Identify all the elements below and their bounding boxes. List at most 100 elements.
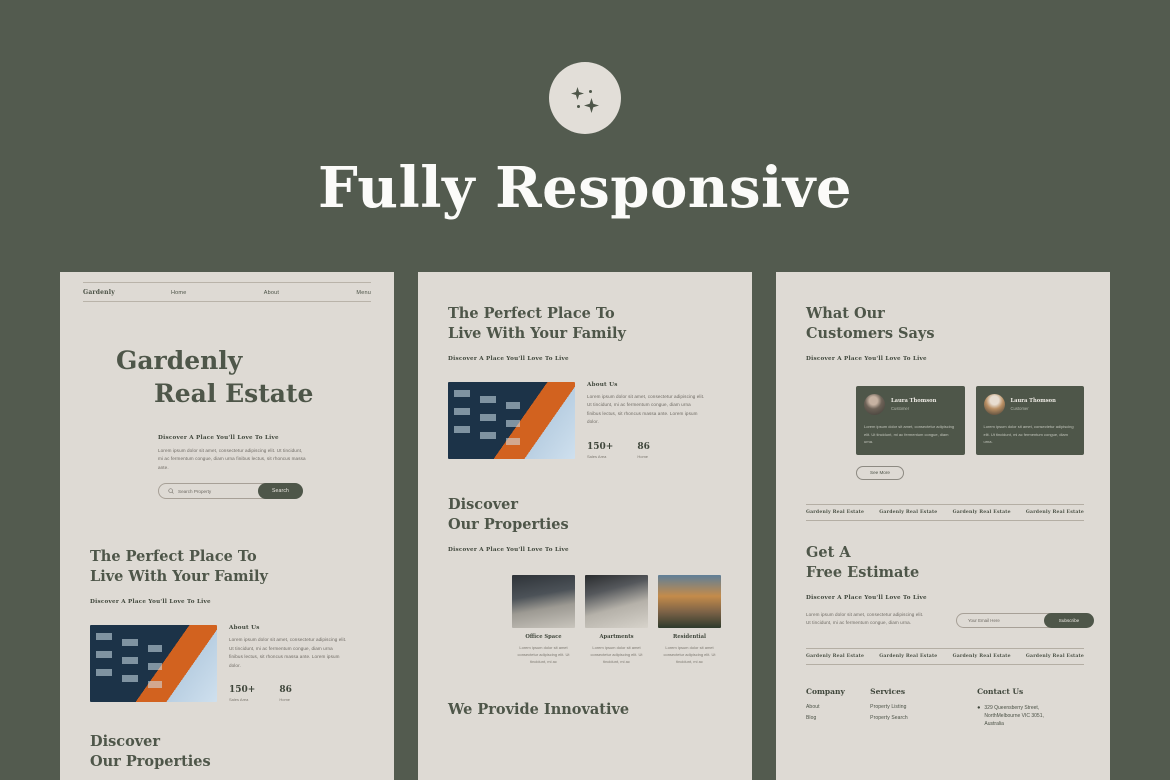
estimate-title: Get A Free Estimate: [806, 543, 1084, 583]
properties-eyebrow-p2: Discover A Place You'll Love To Live: [448, 547, 569, 553]
testimonial-header-2: Laura Thomson Customer: [983, 394, 1077, 415]
marquee-item: Gardenly Real Estate: [806, 653, 865, 659]
innovative-title-p2: We Provide Innovative: [448, 700, 630, 718]
see-more-button[interactable]: See More: [856, 465, 904, 480]
footer-link-property-listing[interactable]: Property Listing: [870, 704, 977, 710]
avatar: [864, 394, 885, 415]
sparkle-medium-icon: [584, 98, 599, 113]
stat-label-home-p1: Home: [279, 697, 290, 703]
stat-item-2-p2: 86 Home: [637, 442, 650, 459]
testimonials-title: What Our Customers Says: [806, 304, 1084, 344]
avatar: [983, 394, 1005, 415]
estimate-paragraph: Lorem ipsum dolor sit amet, consectetur …: [806, 611, 924, 626]
page-title: Fully Responsive: [318, 155, 852, 221]
subscribe-button[interactable]: Subscribe: [1044, 612, 1094, 628]
search-input-placeholder: Search Property: [178, 488, 212, 494]
about-eyebrow-p1: Discover A Place You'll Love To Live: [90, 599, 211, 606]
estimate-title-line-1: Get A: [806, 543, 851, 561]
marquee-strip-bottom: Gardenly Real Estate Gardenly Real Estat…: [806, 647, 1084, 665]
about-us-text-p2: Lorem ipsum dolor sit amet, consectetur …: [587, 394, 705, 425]
address-line-1: 329 Queensberry Street,: [984, 704, 1040, 711]
nav-link-home[interactable]: Home: [171, 290, 186, 296]
hero-section: Gardenly Real Estate Discover A Place Yo…: [60, 302, 394, 500]
properties-title-line-2-p1: Our Properties: [90, 753, 211, 771]
search-button[interactable]: Search: [258, 483, 303, 500]
about-title-line-2-p2: Live With Your Family: [448, 325, 626, 342]
testimonial-card-1[interactable]: Laura Thomson Customer Lorem ipsum dolor…: [856, 386, 965, 455]
properties-title-line-2-p2: Our Properties: [448, 516, 569, 533]
testimonial-role-2: Customer: [1010, 406, 1029, 411]
about-title-p2: The Perfect Place To Live With Your Fami…: [448, 304, 752, 344]
properties-title-line-1-p1: Discover: [90, 733, 161, 751]
footer-column-company: Company About Blog: [806, 687, 870, 728]
hero-search-bar: Search Property Search: [158, 483, 303, 500]
sparkle-dot-icon: [589, 90, 592, 93]
footer-column-services: Services Property Listing Property Searc…: [870, 687, 977, 728]
testimonial-header-1: Laura Thomson Customer: [864, 394, 957, 415]
nav-link-about[interactable]: About: [264, 290, 279, 296]
marquee-item: Gardenly Real Estate: [806, 509, 865, 515]
footer-address: 329 Queensberry Street, NorthMelbourne V…: [984, 704, 1043, 728]
estimate-title-line-2: Free Estimate: [806, 563, 920, 581]
footer-address-row: ● 329 Queensberry Street, NorthMelbourne…: [977, 704, 1084, 728]
mockup-panel-properties: The Perfect Place To Live With Your Fami…: [418, 272, 752, 780]
testimonial-name-1: Laura Thomson: [891, 398, 937, 404]
footer-link-blog[interactable]: Blog: [806, 715, 870, 721]
about-us-text-p1: Lorem ipsum dolor sit amet, consectetur …: [229, 637, 347, 668]
property-photo-apartments: [585, 575, 648, 628]
property-card-residential[interactable]: Residential Lorem ipsum dolor sit amet c…: [658, 575, 721, 666]
footer-heading-services: Services: [870, 686, 906, 696]
about-title-line-1-p1: The Perfect Place To: [90, 548, 257, 566]
testimonials-title-line-2: Customers Says: [806, 325, 935, 342]
about-eyebrow-p2: Discover A Place You'll Love To Live: [448, 356, 569, 362]
brand-logo-badge: [549, 62, 621, 134]
about-us-label-p1: About Us: [229, 625, 260, 632]
nav-brand[interactable]: Gardenly: [83, 289, 115, 296]
hero-title: Gardenly Real Estate: [116, 344, 394, 410]
hero-paragraph: Lorem ipsum dolor sit amet, consectetur …: [158, 448, 306, 470]
about-text-block-p1: About Us Lorem ipsum dolor sit amet, con…: [229, 625, 347, 702]
testimonials-section: What Our Customers Says Discover A Place…: [806, 304, 1094, 728]
stat-label-sales-p2: Sales Area: [587, 453, 607, 459]
testimonial-text-2: Lorem ipsum dolor sit amet, consectetur …: [983, 424, 1074, 445]
testimonial-card-2[interactable]: Laura Thomson Customer Lorem ipsum dolor…: [975, 386, 1084, 455]
about-section-p2: The Perfect Place To Live With Your Fami…: [448, 304, 752, 720]
footer: Company About Blog Services Property Lis…: [806, 687, 1084, 728]
search-icon: [168, 488, 174, 495]
marquee-item: Gardenly Real Estate: [879, 509, 938, 515]
marquee-item: Gardenly Real Estate: [879, 653, 938, 659]
stat-value-sales-p2: 150+: [587, 441, 614, 452]
sparkle-dot-2-icon: [577, 105, 580, 108]
footer-link-about[interactable]: About: [806, 704, 870, 710]
sparkle-large-icon: [571, 87, 584, 100]
property-cards-row: Office Space Lorem ipsum dolor sit amet …: [512, 575, 752, 666]
testimonials-title-line-1: What Our: [806, 305, 885, 322]
about-row-p2: About Us Lorem ipsum dolor sit amet, con…: [448, 382, 752, 459]
property-card-apartments[interactable]: Apartments Lorem ipsum dolor sit amet co…: [585, 575, 648, 666]
about-title-line-1-p2: The Perfect Place To: [448, 305, 615, 322]
about-row-p1: About Us Lorem ipsum dolor sit amet, con…: [90, 625, 394, 703]
marquee-item: Gardenly Real Estate: [1025, 509, 1084, 515]
about-stats-p1: 150+ Sales Area 86 Home: [229, 685, 347, 702]
estimate-eyebrow: Discover A Place You'll Love To Live: [806, 594, 927, 601]
about-title-line-2-p1: Live With Your Family: [90, 568, 268, 586]
about-us-label-p2: About Us: [587, 382, 618, 388]
location-pin-icon: ●: [977, 704, 981, 711]
property-title-apartments: Apartments: [599, 634, 634, 640]
footer-heading-contact: Contact Us: [977, 686, 1024, 696]
testimonial-name-2: Laura Thomson: [1010, 398, 1056, 404]
footer-link-property-search[interactable]: Property Search: [870, 715, 977, 721]
estimate-section: Get A Free Estimate Discover A Place You…: [806, 543, 1094, 628]
property-photo-office: [512, 575, 575, 628]
hero-copy: Discover A Place You'll Love To Live Lor…: [158, 435, 318, 472]
footer-column-contact: Contact Us ● 329 Queensberry Street, Nor…: [977, 687, 1084, 728]
nav-link-menu[interactable]: Menu: [356, 290, 371, 296]
property-card-office[interactable]: Office Space Lorem ipsum dolor sit amet …: [512, 575, 575, 666]
property-desc-apartments: Lorem ipsum dolor sit amet consectetur a…: [590, 645, 643, 665]
mockup-panel-testimonials: What Our Customers Says Discover A Place…: [776, 272, 1110, 780]
mockup-panel-home: Gardenly Home About Menu Gardenly Real E…: [60, 272, 394, 780]
footer-heading-company: Company: [806, 686, 845, 696]
newsletter-form: Your Email Here Subscribe: [956, 612, 1094, 628]
stat-value-home-p2: 86: [637, 441, 650, 452]
property-title-residential: Residential: [673, 634, 706, 640]
